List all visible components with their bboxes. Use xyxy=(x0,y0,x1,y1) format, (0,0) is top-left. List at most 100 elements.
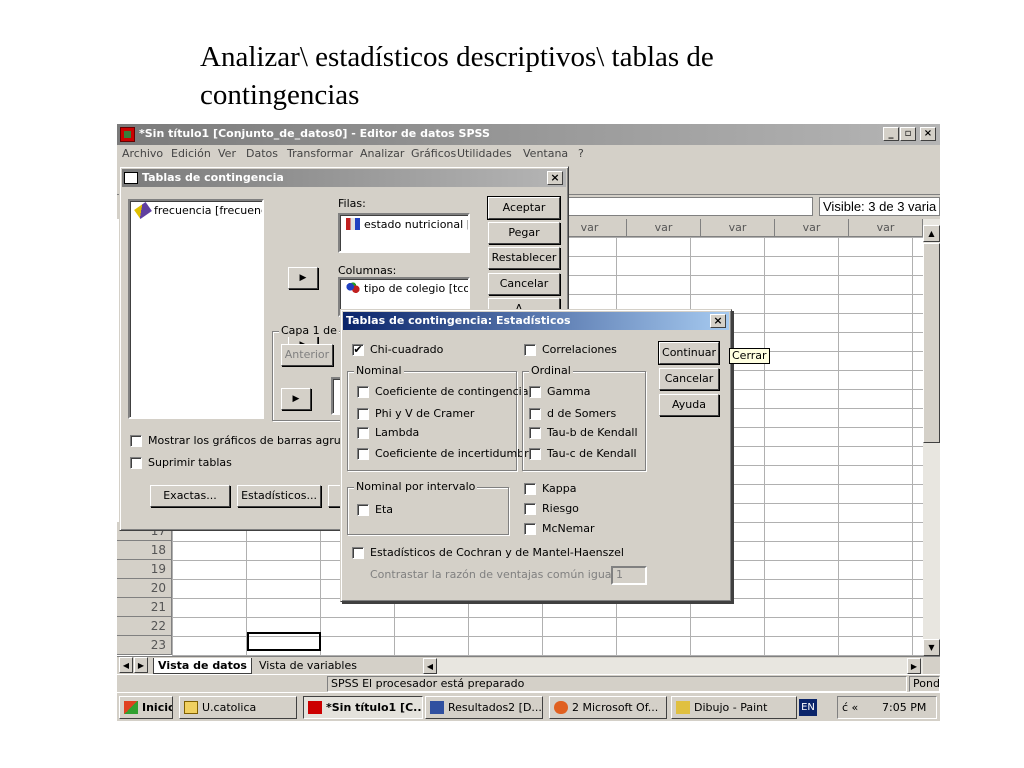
minimize-icon[interactable]: _ xyxy=(883,127,899,141)
column-header[interactable]: var xyxy=(701,219,775,237)
source-variable-label: frecuencia [frecuencia xyxy=(154,204,262,217)
correlations-checkbox[interactable] xyxy=(524,344,536,356)
phi-cramer-checkbox[interactable] xyxy=(357,408,369,420)
cell-info-bar: Visible: 3 de 3 varia xyxy=(567,195,940,219)
menu-help[interactable]: ? xyxy=(578,147,584,160)
kappa-checkbox[interactable] xyxy=(524,483,536,495)
cochran-mantel-haenszel-checkbox[interactable] xyxy=(352,547,364,559)
language-indicator[interactable]: EN xyxy=(799,699,817,716)
show-bar-charts-label: Mostrar los gráficos de barras agrupada xyxy=(148,434,369,447)
uncertainty-coefficient-checkbox[interactable] xyxy=(357,448,369,460)
kendall-tau-b-checkbox[interactable] xyxy=(529,427,541,439)
menu-edicion[interactable]: Edición xyxy=(171,147,211,160)
vertical-scrollbar[interactable]: ▲ ▼ xyxy=(923,219,940,656)
risk-checkbox[interactable] xyxy=(524,503,536,515)
close-icon[interactable]: × xyxy=(710,314,726,328)
chi-square-checkbox[interactable]: ✔ xyxy=(352,344,364,356)
taskbar-item-office[interactable]: 2 Microsoft Of... xyxy=(549,696,667,719)
tray-icons[interactable]: ć « xyxy=(842,697,858,718)
close-icon[interactable]: × xyxy=(547,171,563,185)
menu-ventana[interactable]: Ventana xyxy=(523,147,568,160)
mcnemar-checkbox[interactable] xyxy=(524,523,536,535)
taskbar-item-results[interactable]: Resultados2 [D... xyxy=(425,696,543,719)
clock: 7:05 PM xyxy=(882,701,927,714)
tab-data-view[interactable]: Vista de datos xyxy=(153,658,252,674)
continue-button[interactable]: Continuar xyxy=(658,341,720,365)
somers-d-checkbox[interactable] xyxy=(529,408,541,420)
column-header[interactable]: var xyxy=(627,219,701,237)
menu-graficos[interactable]: Gráficos xyxy=(411,147,456,160)
exact-button[interactable]: Exactas... xyxy=(150,485,230,507)
statistics-button[interactable]: Estadísticos... xyxy=(237,485,321,507)
kendall-tau-b-label: Tau-b de Kendall xyxy=(547,426,638,439)
scroll-thumb[interactable] xyxy=(923,243,940,443)
scroll-down-icon[interactable]: ▼ xyxy=(923,639,940,656)
rows-item[interactable]: estado nutricional [enu xyxy=(344,218,468,231)
odds-ratio-field[interactable]: 1 xyxy=(611,566,647,585)
ok-button[interactable]: Aceptar xyxy=(487,196,561,220)
columns-item[interactable]: tipo de colegio [tcoleg xyxy=(344,282,470,295)
row-number[interactable]: 21 xyxy=(117,598,172,617)
suppress-tables-checkbox[interactable] xyxy=(130,457,142,469)
column-header[interactable]: var xyxy=(775,219,849,237)
ordinal-group-label: Ordinal xyxy=(529,364,573,377)
selected-cell[interactable] xyxy=(247,632,321,651)
taskbar-item-paint[interactable]: Dibujo - Paint xyxy=(671,696,797,719)
help-button[interactable]: Ayuda xyxy=(659,394,719,416)
close-window-icon[interactable]: × xyxy=(920,127,936,141)
kendall-tau-c-checkbox[interactable] xyxy=(529,448,541,460)
tab-next-icon[interactable]: ▶ xyxy=(134,657,148,673)
row-number[interactable]: 20 xyxy=(117,579,172,598)
move-to-rows-button[interactable]: ▶ xyxy=(288,267,318,289)
paste-button[interactable]: Pegar xyxy=(488,222,560,244)
tab-prev-icon[interactable]: ◀ xyxy=(119,657,133,673)
contingency-coefficient-checkbox[interactable] xyxy=(357,386,369,398)
restore-icon[interactable]: ▫ xyxy=(900,127,916,141)
columns-item-label: tipo de colegio [tcoleg xyxy=(364,282,470,295)
row-number[interactable]: 23 xyxy=(117,636,172,655)
nominal-circles-icon xyxy=(346,282,360,294)
rows-list[interactable]: estado nutricional [enu xyxy=(338,213,470,253)
scroll-up-icon[interactable]: ▲ xyxy=(923,225,940,242)
move-to-layer-button[interactable]: ▶ xyxy=(281,388,311,410)
menu-transformar[interactable]: Transformar xyxy=(287,147,353,160)
nominal-group-label: Nominal xyxy=(354,364,404,377)
rows-label: Filas: xyxy=(338,197,366,210)
source-variable-list[interactable]: frecuencia [frecuencia xyxy=(128,199,264,419)
menu-datos[interactable]: Datos xyxy=(246,147,278,160)
statistics-dialog: Tablas de contingencia: Estadísticos × ✔… xyxy=(340,309,732,602)
previous-button[interactable]: Anterior xyxy=(281,344,333,366)
menu-ver[interactable]: Ver xyxy=(218,147,236,160)
cancel-button[interactable]: Cancelar xyxy=(659,368,719,390)
start-button[interactable]: Inicio xyxy=(119,696,173,719)
menu-utilidades[interactable]: Utilidades xyxy=(457,147,512,160)
kappa-label: Kappa xyxy=(542,482,577,495)
scroll-right-icon[interactable]: ▶ xyxy=(907,658,921,674)
show-bar-charts-checkbox[interactable] xyxy=(130,435,142,447)
cell-value-field[interactable] xyxy=(567,197,813,216)
spss-icon xyxy=(308,701,322,714)
column-header[interactable]: var xyxy=(849,219,923,237)
cancel-button[interactable]: Cancelar xyxy=(488,273,560,295)
row-number[interactable]: 18 xyxy=(117,541,172,560)
results-icon xyxy=(430,701,444,714)
scroll-left-icon[interactable]: ◀ xyxy=(423,658,437,674)
somers-d-label: d de Somers xyxy=(547,407,617,420)
source-variable-item[interactable]: frecuencia [frecuencia xyxy=(134,201,262,220)
taskbar-item-label: Dibujo - Paint xyxy=(694,701,768,714)
gamma-checkbox[interactable] xyxy=(529,386,541,398)
menu-archivo[interactable]: Archivo xyxy=(122,147,163,160)
row-number[interactable]: 22 xyxy=(117,617,172,636)
dialog-icon xyxy=(124,172,138,184)
taskbar-item-folder[interactable]: U.catolica xyxy=(179,696,297,719)
lambda-checkbox[interactable] xyxy=(357,427,369,439)
horizontal-scrollbar[interactable]: ◀ ▶ xyxy=(423,658,923,674)
phi-cramer-label: Phi y V de Cramer xyxy=(375,407,475,420)
eta-checkbox[interactable] xyxy=(357,504,369,516)
menu-analizar[interactable]: Analizar xyxy=(360,147,404,160)
reset-button[interactable]: Restablecer xyxy=(488,247,560,269)
tab-variable-view[interactable]: Vista de variables xyxy=(255,658,361,674)
weight-status: Pond xyxy=(909,676,940,692)
taskbar-item-spss[interactable]: *Sin título1 [C... xyxy=(303,696,423,719)
row-number[interactable]: 19 xyxy=(117,560,172,579)
